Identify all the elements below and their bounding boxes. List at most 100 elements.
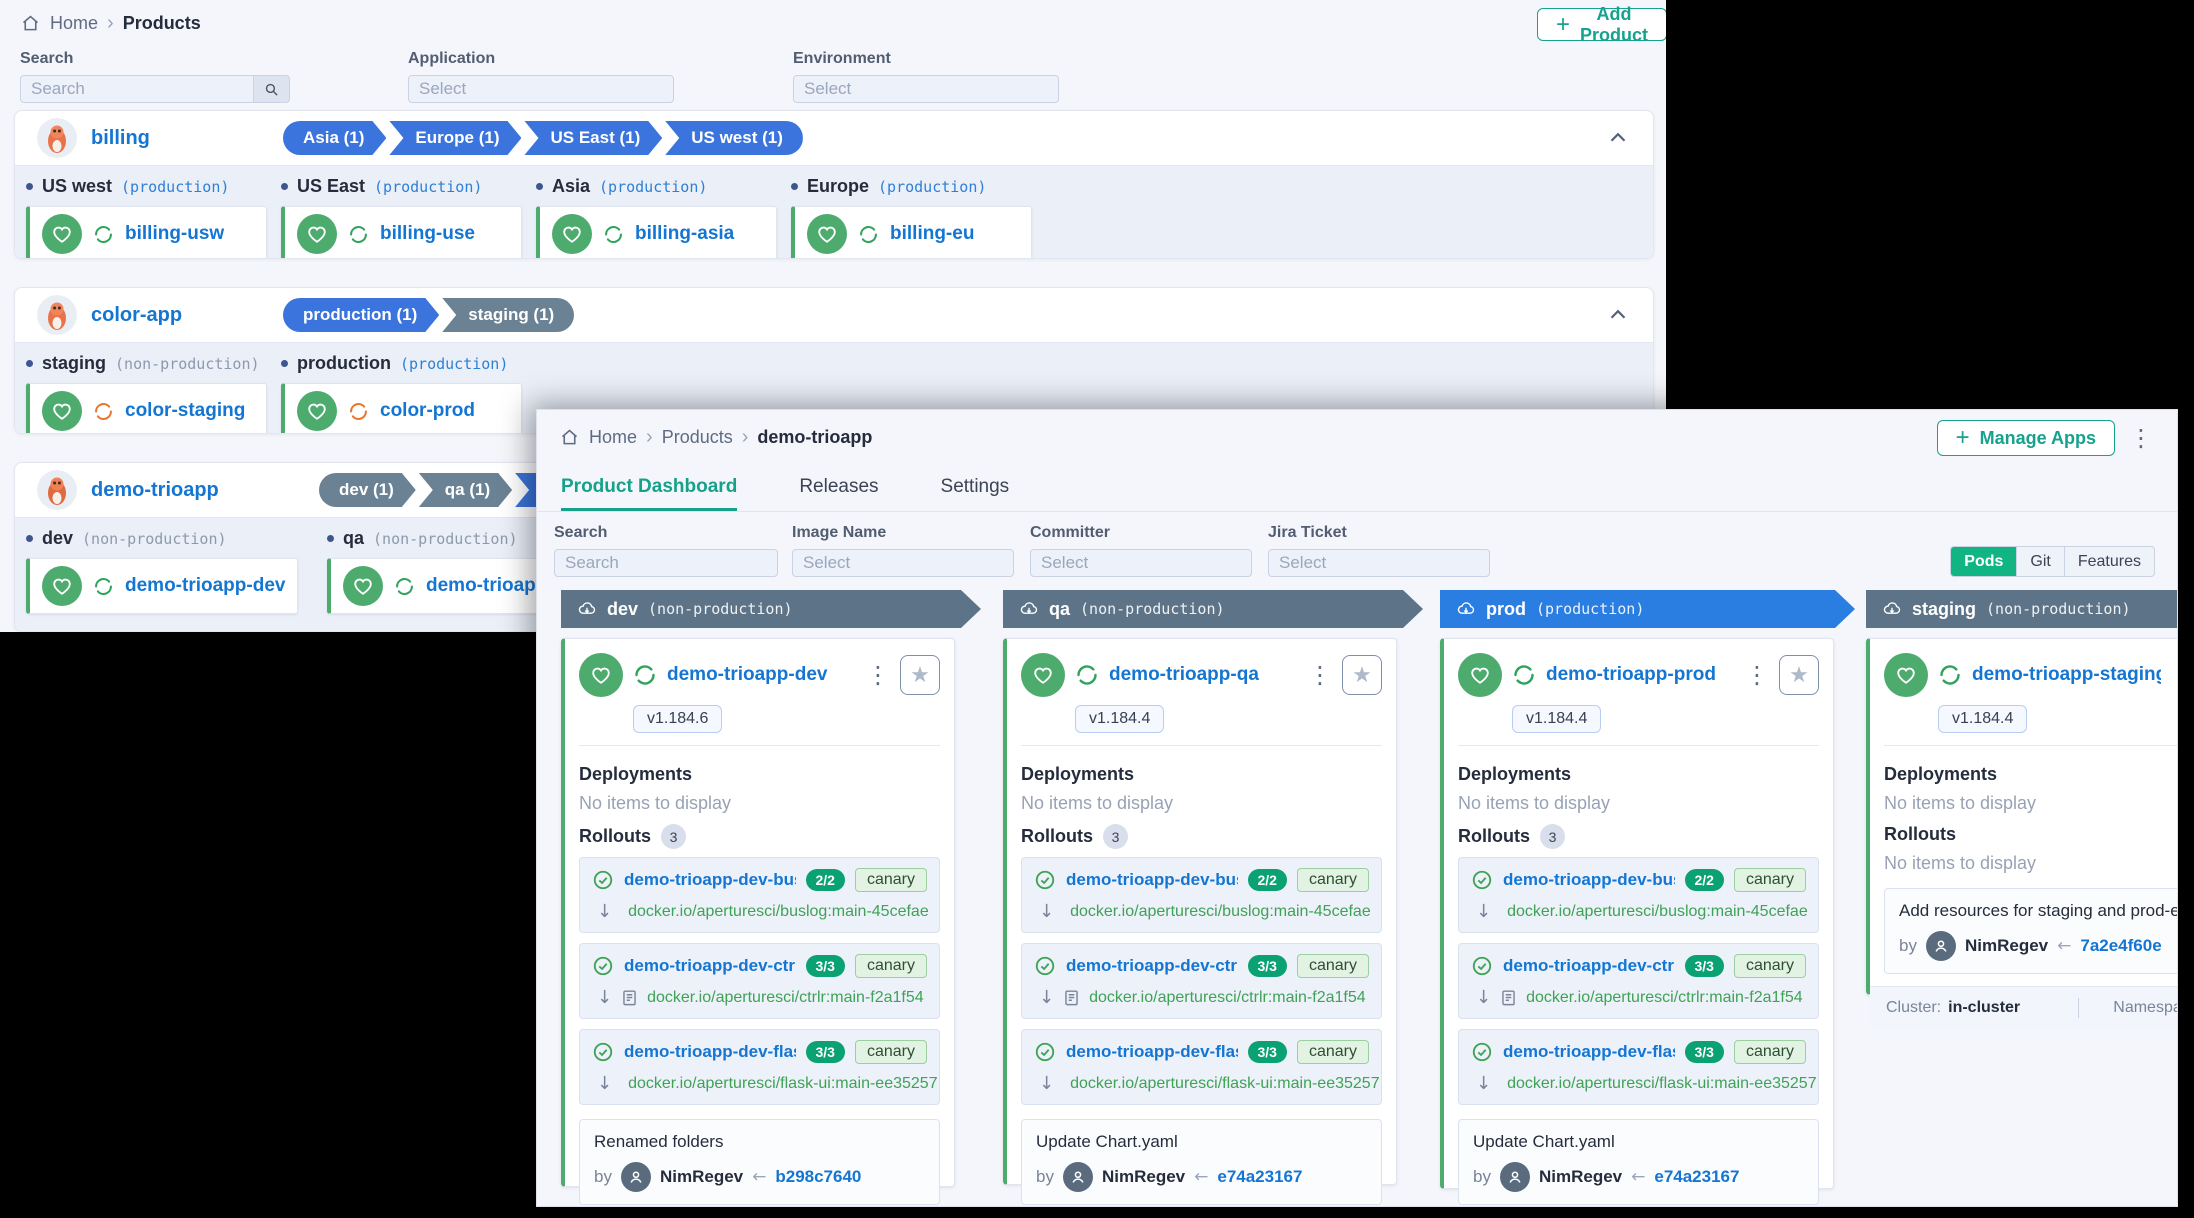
image-name[interactable]: docker.io/aperturesci/flask-ui:main-ee35… (1507, 1075, 1817, 1093)
breadcrumb-home[interactable]: Home (589, 427, 637, 448)
home-icon (559, 427, 580, 448)
rollout-item: demo-trioapp-dev-flask-ui 3/3 canary ↓ d… (1021, 1029, 1382, 1105)
rollout-link[interactable]: demo-trioapp-dev-flask-ui (1503, 1042, 1675, 1062)
image-name-select[interactable] (792, 549, 1014, 577)
favorite-star-button[interactable]: ★ (1342, 655, 1382, 695)
down-arrow-icon: ↓ (1039, 1073, 1054, 1094)
sync-icon (603, 224, 624, 245)
rollout-link[interactable]: demo-trioapp-dev-buslog (1503, 870, 1675, 890)
rollout-link[interactable]: demo-trioapp-dev-buslog (1066, 870, 1238, 890)
tab-releases[interactable]: Releases (799, 466, 878, 511)
app-link[interactable]: demo-trioapp-staging (1972, 664, 2161, 686)
app-card-billing-use[interactable]: billing-use (281, 206, 522, 259)
app-card-billing-eu[interactable]: billing-eu (791, 206, 1032, 259)
app-link[interactable]: billing-eu (890, 223, 974, 245)
manage-apps-button[interactable]: + Manage Apps (1937, 420, 2115, 456)
rollout-link[interactable]: demo-trioapp-dev-ctrlr (1066, 956, 1238, 976)
product-name[interactable]: demo-trioapp (91, 479, 219, 501)
breadcrumb-current: Products (123, 13, 201, 34)
app-link[interactable]: color-staging (125, 400, 245, 422)
chip-us-west[interactable]: US west (1) (665, 121, 803, 155)
rollout-link[interactable]: demo-trioapp-dev-ctrlr (1503, 956, 1675, 976)
image-name[interactable]: docker.io/aperturesci/buslog:main-45cefa… (628, 903, 929, 921)
chevron-up-icon[interactable] (1605, 302, 1631, 328)
image-name[interactable]: docker.io/aperturesci/buslog:main-45cefa… (1070, 903, 1371, 921)
app-link[interactable]: billing-asia (635, 223, 734, 245)
namespace-label: Namespace: (2113, 999, 2178, 1017)
app-card-color-prod[interactable]: color-prod (281, 383, 522, 434)
image-name[interactable]: docker.io/aperturesci/ctrlr:main-f2a1f54 (1526, 989, 1803, 1007)
kebab-menu-icon[interactable]: ⋮ (866, 663, 890, 687)
kebab-menu-icon[interactable]: ⋮ (1308, 663, 1332, 687)
env-kind: (production) (121, 178, 229, 196)
image-name[interactable]: docker.io/aperturesci/ctrlr:main-f2a1f54 (1089, 989, 1366, 1007)
rollout-link[interactable]: demo-trioapp-dev-buslog (624, 870, 796, 890)
app-link[interactable]: demo-trioapp-qa (1109, 664, 1298, 686)
kebab-menu-icon[interactable]: ⋮ (1745, 663, 1769, 687)
rollout-link[interactable]: demo-trioapp-dev-flask-ui (624, 1042, 796, 1062)
search-input[interactable] (20, 75, 254, 103)
app-card-billing-asia[interactable]: billing-asia (536, 206, 777, 259)
favorite-star-button[interactable]: ★ (900, 655, 940, 695)
tab-product-dashboard[interactable]: Product Dashboard (561, 466, 737, 511)
app-link[interactable]: demo-trioapp-dev (125, 575, 285, 597)
product-name[interactable]: billing (91, 127, 150, 149)
env-dot (536, 183, 543, 190)
down-arrow-icon: ↓ (1476, 1073, 1491, 1094)
commit-hash-link[interactable]: 7a2e4f60e (2080, 936, 2161, 956)
favorite-star-button[interactable]: ★ (1779, 655, 1819, 695)
kebab-menu-icon[interactable]: ⋮ (2129, 426, 2153, 450)
chip-qa[interactable]: qa (1) (419, 473, 512, 507)
app-card-color-staging[interactable]: color-staging (26, 383, 267, 434)
commit-hash-link[interactable]: e74a23167 (1217, 1167, 1302, 1187)
commit-author: NimRegev (1539, 1167, 1622, 1187)
commit-message: Update Chart.yaml (1036, 1132, 1367, 1152)
committer-select[interactable] (1030, 549, 1252, 577)
chevron-up-icon[interactable] (1605, 125, 1631, 151)
app-card-demo-trioapp-prod: demo-trioapp-prod ⋮ ★ v1.184.4 Deploymen… (1440, 638, 1834, 1189)
add-product-button[interactable]: + Add Product (1537, 8, 1666, 41)
kebab-menu-icon[interactable]: ⋮ (2171, 663, 2178, 687)
breadcrumb-products[interactable]: Products (662, 427, 733, 448)
breadcrumb-home[interactable]: Home (50, 13, 98, 34)
app-link[interactable]: demo-trioapp-prod (1546, 664, 1735, 686)
commit-hash-link[interactable]: e74a23167 (1654, 1167, 1739, 1187)
chip-us-east[interactable]: US East (1) (524, 121, 662, 155)
chip-dev[interactable]: dev (1) (319, 473, 416, 507)
chip-production[interactable]: production (1) (283, 298, 439, 332)
app-link[interactable]: billing-use (380, 223, 475, 245)
cluster-value: in-cluster (1948, 999, 2020, 1017)
strategy-badge: canary (1734, 868, 1806, 892)
rollout-link[interactable]: demo-trioapp-dev-flask-ui (1066, 1042, 1238, 1062)
rollout-item: demo-trioapp-dev-buslog 2/2 canary ↓ doc… (579, 857, 940, 933)
jira-ticket-label: Jira Ticket (1268, 524, 1490, 542)
environment-select[interactable] (793, 75, 1059, 103)
product-name[interactable]: color-app (91, 304, 182, 326)
image-name[interactable]: docker.io/aperturesci/ctrlr:main-f2a1f54 (647, 989, 924, 1007)
image-name[interactable]: docker.io/aperturesci/flask-ui:main-ee35… (1070, 1075, 1380, 1093)
chip-europe[interactable]: Europe (1) (389, 121, 521, 155)
commit-hash-link[interactable]: b298c7640 (775, 1167, 861, 1187)
view-toggle-features[interactable]: Features (2064, 547, 2154, 576)
app-link[interactable]: demo-trioapp-dev (667, 664, 856, 686)
chip-asia[interactable]: Asia (1) (283, 121, 386, 155)
search-input[interactable] (554, 549, 778, 577)
rollout-item: demo-trioapp-dev-ctrlr 3/3 canary ↓ dock… (1458, 943, 1819, 1019)
tab-settings[interactable]: Settings (941, 466, 1010, 511)
view-toggle-pods[interactable]: Pods (1951, 547, 2016, 576)
view-toggle-git[interactable]: Git (2016, 547, 2063, 576)
jira-ticket-select[interactable] (1268, 549, 1490, 577)
replica-count-badge: 3/3 (806, 955, 845, 977)
rollout-link[interactable]: demo-trioapp-dev-ctrlr (624, 956, 796, 976)
app-card-billing-usw[interactable]: billing-usw (26, 206, 267, 259)
app-link[interactable]: color-prod (380, 400, 475, 422)
application-select[interactable] (408, 75, 674, 103)
image-name[interactable]: docker.io/aperturesci/buslog:main-45cefa… (1507, 903, 1808, 921)
app-link[interactable]: billing-usw (125, 223, 224, 245)
chip-staging[interactable]: staging (1) (442, 298, 574, 332)
check-circle-icon (1471, 869, 1493, 891)
app-card-demo-trioapp-dev[interactable]: demo-trioapp-dev (26, 558, 298, 614)
latest-commit: Update Chart.yaml by NimRegev ← e74a2316… (1458, 1119, 1819, 1205)
image-name[interactable]: docker.io/aperturesci/flask-ui:main-ee35… (628, 1075, 938, 1093)
search-icon[interactable] (254, 75, 290, 103)
